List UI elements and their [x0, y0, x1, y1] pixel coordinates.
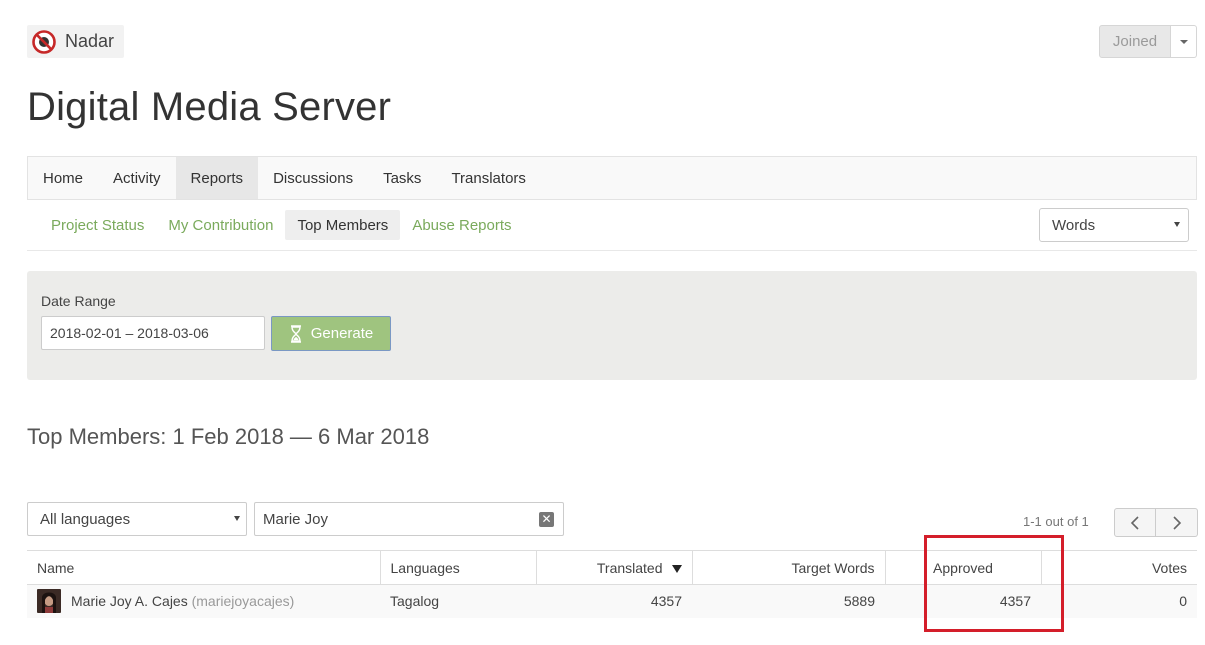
brand-name: Nadar	[65, 31, 115, 51]
nav-item-tasks[interactable]: Tasks	[368, 157, 436, 199]
member-search-input[interactable]: Marie Joy ✕	[254, 502, 564, 536]
nav-item-translators[interactable]: Translators	[436, 157, 540, 199]
metric-select-value: Words	[1052, 216, 1096, 234]
generate-button[interactable]: Generate	[271, 316, 391, 351]
avatar	[37, 589, 61, 614]
chevron-down-icon	[1179, 39, 1188, 44]
sub-tab-abuse-reports[interactable]: Abuse Reports	[400, 210, 523, 240]
member-translated-cell: 4357	[536, 584, 692, 618]
table-header-row: Name Languages Translated Target Words A…	[27, 550, 1197, 585]
member-votes-cell: 0	[1041, 584, 1197, 618]
pagination-info: 1-1 out of 1	[1023, 514, 1089, 529]
member-info: Marie Joy A. Cajes (mariejoyacajes)	[37, 589, 370, 614]
column-header-translated[interactable]: Translated	[536, 550, 693, 585]
language-filter-select[interactable]: All languages	[27, 502, 247, 536]
chevron-left-icon	[1130, 515, 1139, 530]
sort-descending-icon	[671, 564, 682, 573]
column-header-languages[interactable]: Languages	[380, 550, 537, 585]
reports-sub-nav: Project Status My Contribution Top Membe…	[27, 200, 1197, 251]
top-members-table: Name Languages Translated Target Words A…	[27, 550, 1197, 618]
page-title: Digital Media Server	[27, 85, 392, 129]
member-approved-cell: 4357	[885, 584, 1041, 618]
clear-icon[interactable]: ✕	[539, 512, 554, 527]
nav-item-activity[interactable]: Activity	[98, 157, 176, 199]
column-header-name[interactable]: Name	[27, 550, 381, 585]
no-entry-logo-icon	[32, 29, 56, 54]
date-range-label: Date Range	[41, 293, 116, 309]
generate-label: Generate	[310, 325, 374, 342]
prev-page-button[interactable]	[1114, 508, 1156, 537]
member-target-words-cell: 5889	[692, 584, 885, 618]
metric-select[interactable]: Words	[1039, 208, 1189, 242]
member-display-name[interactable]: Marie Joy A. Cajes (mariejoyacajes)	[71, 593, 294, 609]
member-name-cell: Marie Joy A. Cajes (mariejoyacajes)	[27, 584, 380, 618]
nav-item-discussions[interactable]: Discussions	[258, 157, 368, 199]
joined-menu-toggle[interactable]	[1171, 25, 1197, 58]
sub-tab-my-contribution[interactable]: My Contribution	[156, 210, 285, 240]
sub-tab-project-status[interactable]: Project Status	[39, 210, 156, 240]
main-nav: Home Activity Reports Discussions Tasks …	[27, 156, 1197, 200]
nav-item-home[interactable]: Home	[28, 157, 98, 199]
joined-button[interactable]: Joined	[1099, 25, 1171, 58]
column-header-approved[interactable]: Approved	[885, 550, 1042, 585]
hourglass-icon	[290, 324, 301, 343]
sub-nav-items: Project Status My Contribution Top Membe…	[39, 210, 524, 240]
column-header-votes[interactable]: Votes	[1041, 550, 1197, 585]
report-title: Top Members: 1 Feb 2018 — 6 Mar 2018	[27, 424, 430, 449]
date-range-input[interactable]: 2018-02-01 – 2018-03-06	[41, 316, 265, 350]
dropdown-arrow-icon	[1174, 222, 1180, 227]
column-header-target-words[interactable]: Target Words	[692, 550, 886, 585]
table-row: Marie Joy A. Cajes (mariejoyacajes) Taga…	[27, 584, 1197, 618]
sub-tab-top-members[interactable]: Top Members	[285, 210, 401, 240]
member-search-value: Marie Joy	[263, 510, 329, 528]
dropdown-arrow-icon	[234, 516, 240, 521]
member-username: (mariejoyacajes)	[191, 593, 295, 610]
member-language-cell: Tagalog	[380, 584, 536, 618]
member-full-name: Marie Joy A. Cajes	[71, 593, 188, 610]
date-range-panel: Date Range 2018-02-01 – 2018-03-06 Gener…	[27, 271, 1197, 380]
membership-button-group: Joined	[1099, 25, 1197, 58]
next-page-button[interactable]	[1156, 508, 1198, 537]
column-header-translated-label: Translated	[596, 559, 663, 576]
pager	[1114, 508, 1198, 537]
project-owner-link[interactable]: Nadar	[27, 25, 125, 58]
chevron-right-icon	[1172, 515, 1181, 530]
nav-item-reports[interactable]: Reports	[175, 157, 259, 199]
language-filter-value: All languages	[40, 510, 131, 528]
